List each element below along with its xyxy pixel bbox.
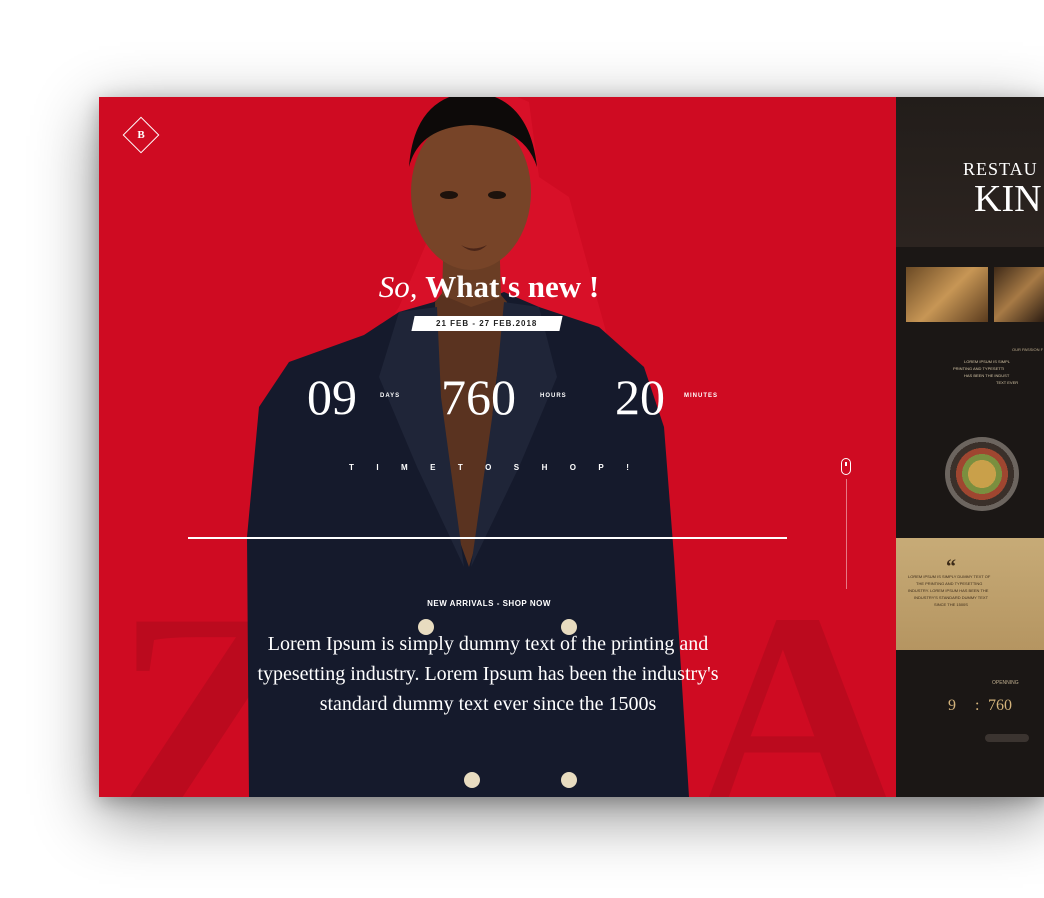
headline: So, What's new ! xyxy=(359,269,619,305)
countdown-days-value: 09 xyxy=(307,369,357,425)
restaurant-preview-panel: RESTAU KIN OUR PASSION F LOREM IPSUM IS … xyxy=(896,97,1044,797)
countdown-hours-unit: HOURS xyxy=(540,393,567,399)
testimonial-box: “ LOREM IPSUM IS SIMPLY DUMMY TEXT OF TH… xyxy=(896,538,1044,650)
tagline-letter: T xyxy=(349,463,354,472)
brand-logo-letter: B xyxy=(137,129,145,141)
scroll-indicator-line xyxy=(846,479,847,589)
opening-separator: : xyxy=(975,697,980,714)
opening-hours: 760 xyxy=(988,697,1012,714)
passion-text-4: TEXT EVER xyxy=(996,380,1019,385)
tagline-letter: O xyxy=(485,463,492,472)
passion-text-1: LOREM IPSUM IS SIMPL xyxy=(964,359,1011,364)
passion-text-3: HAS BEEN THE INDUST xyxy=(964,373,1010,378)
quote-text-2: THE PRINTING AND TYPESETTING xyxy=(916,581,983,586)
quote-text-5: SINCE THE 1500S xyxy=(934,602,968,607)
dish-image xyxy=(945,437,1019,511)
date-range-text: 21 FEB - 27 FEB.2018 xyxy=(436,319,538,328)
tagline-letter: I xyxy=(376,463,379,472)
scroll-mouse-icon[interactable] xyxy=(841,458,851,475)
restaurant-photo-1 xyxy=(906,267,988,322)
countdown-days-unit: DAYS xyxy=(380,393,401,399)
shop-now-link[interactable]: NEW ARRIVALS - SHOP NOW xyxy=(389,599,589,608)
tagline-letter: E xyxy=(430,463,436,472)
quote-text-4: INDUSTRY'S STANDARD DUMMY TEXT xyxy=(914,595,989,600)
jacket-button xyxy=(464,772,480,788)
tagline-letter: P xyxy=(598,463,604,472)
date-range-badge: 21 FEB - 27 FEB.2018 xyxy=(411,316,563,331)
countdown-minutes-value: 20 xyxy=(615,369,665,425)
quote-text-3: INDUSTRY. LOREM IPSUM HAS BEEN THE xyxy=(908,588,989,593)
opening-days: 9 xyxy=(948,697,956,714)
tagline-letter: S xyxy=(513,463,520,472)
quote-text-1: LOREM IPSUM IS SIMPLY DUMMY TEXT OF xyxy=(908,574,991,579)
headline-italic: So, xyxy=(378,269,418,304)
passion-text-2: PRINTING AND TYPESETTI xyxy=(953,366,1005,371)
tagline-letter: T xyxy=(457,463,463,472)
page-preview: Z A B So, What's new ! 21 FEB - 27 FEB.2… xyxy=(99,97,1044,797)
restaurant-photo-2 xyxy=(994,267,1044,322)
hero-description: Lorem Ipsum is simply dummy text of the … xyxy=(257,633,719,715)
hero-divider xyxy=(188,537,787,539)
countdown-minutes-unit: MINUTES xyxy=(684,393,718,399)
tagline-letter: H xyxy=(541,463,548,472)
restaurant-cta-button[interactable] xyxy=(985,734,1029,742)
headline-bold: What's new ! xyxy=(425,269,600,304)
tagline-letter: O xyxy=(569,463,576,472)
tagline-letter: ! xyxy=(626,463,629,472)
jacket-button xyxy=(561,772,577,788)
tagline: T I M E T O S H O P ! xyxy=(349,463,629,472)
passion-label: OUR PASSION F xyxy=(1012,347,1044,352)
countdown-hours-value: 760 xyxy=(441,369,516,425)
tagline-letter: M xyxy=(400,463,408,472)
hero-section: Z A B So, What's new ! 21 FEB - 27 FEB.2… xyxy=(99,97,896,797)
opening-label: OPENNING xyxy=(992,680,1019,686)
restaurant-title-line2: KIN xyxy=(974,178,1042,220)
